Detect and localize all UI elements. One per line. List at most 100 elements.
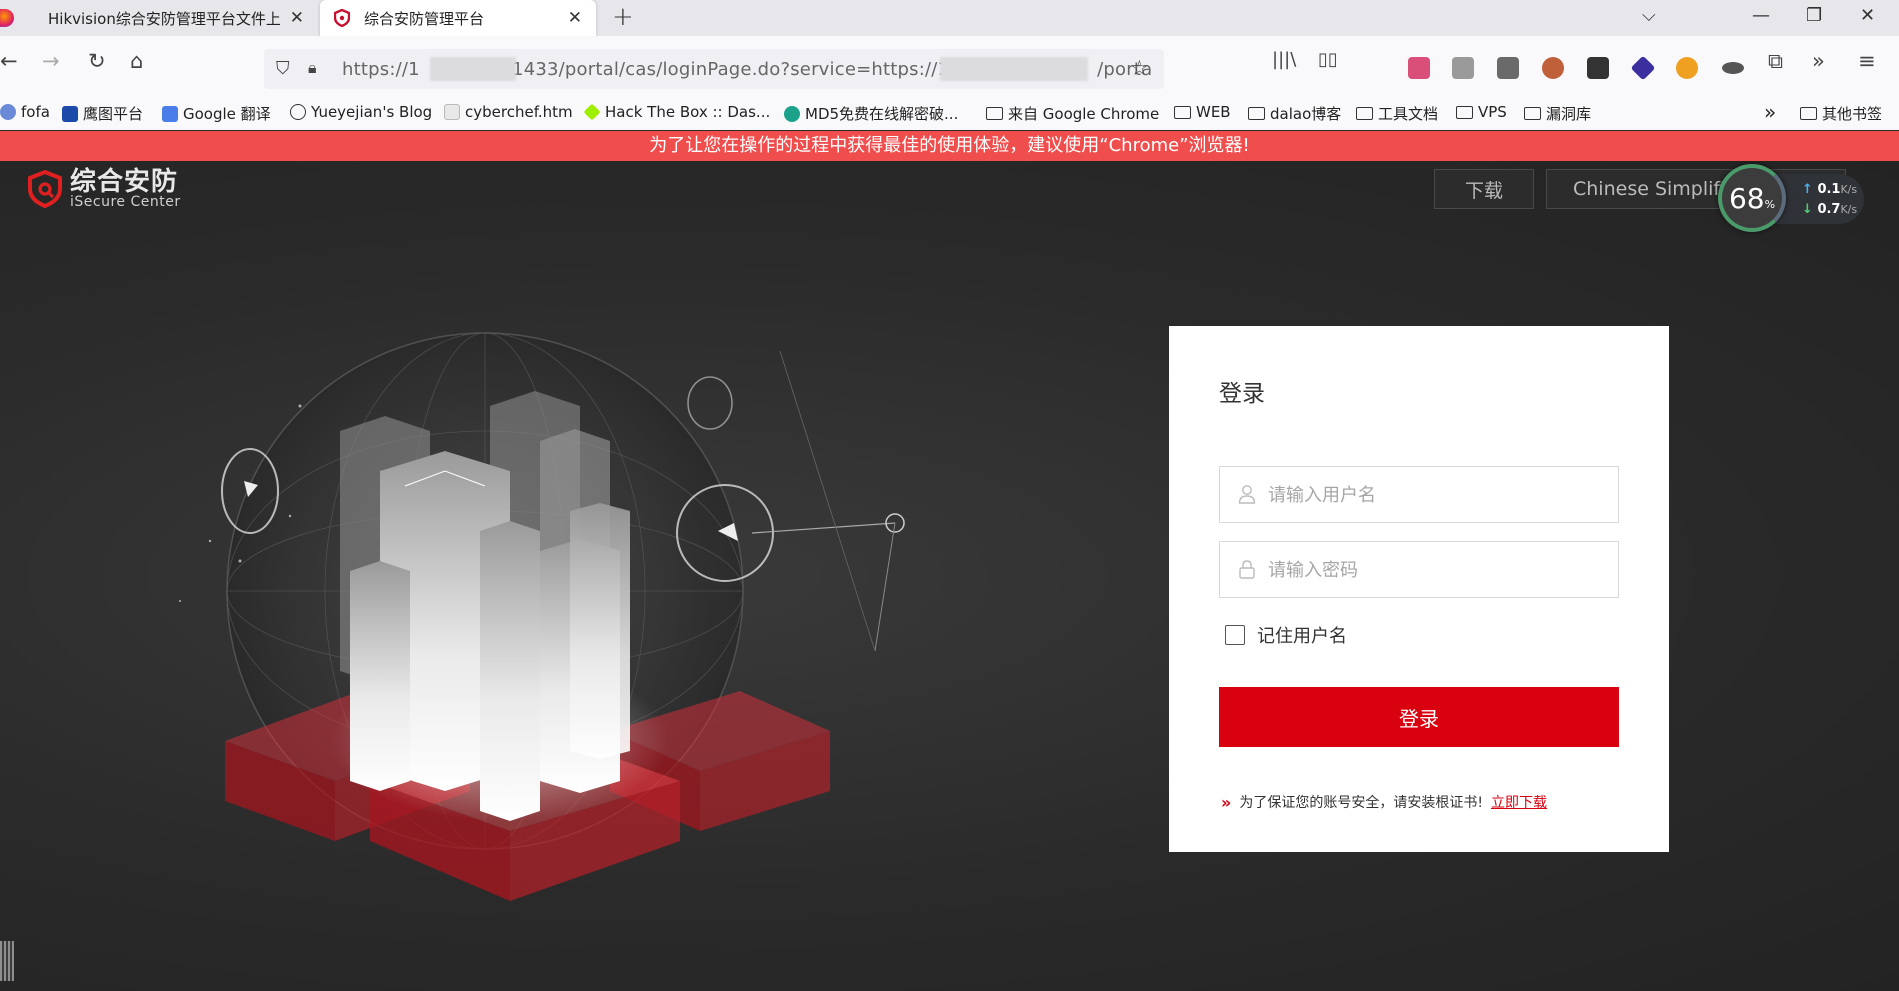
bookmarks-overflow-icon[interactable]: »: [1764, 100, 1776, 124]
network-speed-widget: ↑ 0.1K/s ↓ 0.7K/s 68%: [1718, 164, 1866, 232]
tab-list-chevron-icon[interactable]: ⌵: [1642, 5, 1656, 26]
back-icon[interactable]: ←: [0, 49, 18, 73]
double-chevron-icon: »: [1221, 792, 1232, 812]
extension-icon[interactable]: [1408, 57, 1430, 79]
remember-username[interactable]: 记住用户名: [1225, 622, 1347, 648]
remember-label: 记住用户名: [1257, 626, 1347, 647]
bookmark-folder-vulndb[interactable]: 漏洞库: [1524, 103, 1591, 124]
htb-cube-icon: [583, 103, 601, 121]
sidebar-icon[interactable]: ▯▯: [1318, 49, 1338, 70]
overflow-chevron-icon[interactable]: »: [1812, 49, 1825, 73]
bookmark-hunter[interactable]: 鹰图平台: [62, 103, 143, 124]
bookmark-hackthebox[interactable]: Hack The Box :: Das...: [583, 103, 771, 121]
folder-icon: [1800, 107, 1817, 120]
library-icon[interactable]: |||\: [1272, 49, 1296, 70]
cert-download-link[interactable]: 立即下载: [1491, 792, 1547, 812]
bookmark-cyberchef[interactable]: cyberchef.htm: [444, 103, 573, 121]
reload-icon[interactable]: ↻: [88, 49, 106, 73]
bookmark-label: dalao博客: [1270, 105, 1342, 123]
cert-note-text: 为了保证您的账号安全，请安装根证书!: [1239, 795, 1483, 811]
extension-icon[interactable]: [1497, 57, 1519, 79]
bookmark-label: fofa: [21, 103, 50, 121]
remember-checkbox[interactable]: [1225, 625, 1245, 645]
username-field[interactable]: [1219, 466, 1619, 523]
browser-recommend-banner: 为了让您在操作的过程中获得最佳的使用体验，建议使用“Chrome”浏览器!: [0, 131, 1899, 161]
folder-icon: [1524, 107, 1541, 120]
tab-isecure-center[interactable]: 综合安防管理平台 ✕: [320, 0, 596, 36]
upload-arrow-icon: ↑: [1802, 182, 1813, 197]
folder-icon: [1456, 105, 1473, 119]
bookmark-label: WEB: [1196, 103, 1231, 121]
login-title: 登录: [1219, 381, 1265, 407]
lock-icon[interactable]: 🔒︎: [308, 58, 317, 78]
password-field[interactable]: [1219, 541, 1619, 598]
bookmarks-toolbar: fofa 鹰图平台 Google 翻译 Yueyejian's Blog cyb…: [0, 100, 1899, 130]
bookmark-label: VPS: [1478, 103, 1507, 121]
bookmark-label: Hack The Box :: Das...: [605, 103, 771, 121]
new-tab-icon[interactable]: +: [612, 2, 634, 32]
bookmark-fofa[interactable]: fofa: [0, 103, 50, 121]
forward-icon[interactable]: →: [42, 49, 60, 73]
bookmark-md5[interactable]: MD5免费在线解密破...: [784, 103, 958, 124]
gauge-percent-unit: %: [1764, 197, 1776, 211]
user-icon: [1238, 485, 1256, 504]
upload-speed: 0.1: [1817, 182, 1841, 197]
bookmark-label: 工具文档: [1378, 105, 1439, 123]
bookmark-folder-vps[interactable]: VPS: [1456, 103, 1507, 121]
speed-readout: ↑ 0.1K/s ↓ 0.7K/s: [1774, 174, 1864, 224]
extension-icon[interactable]: [1676, 57, 1698, 79]
folder-icon: [1356, 107, 1373, 120]
speed-unit: K/s: [1840, 203, 1858, 216]
login-page: 综合安防 iSecure Center 下载 Chinese Simplifie…: [0, 161, 1899, 991]
restore-icon[interactable]: ❐: [1806, 5, 1822, 26]
security-city-illustration: [179, 332, 905, 901]
bookmark-google-translate[interactable]: Google 翻译: [162, 103, 271, 124]
logo-subtitle: iSecure Center: [70, 194, 181, 210]
close-icon[interactable]: ✕: [568, 8, 582, 28]
bookmark-folder-dalao[interactable]: dalao博客: [1248, 103, 1341, 124]
bookmark-yueyejian[interactable]: Yueyejian's Blog: [290, 103, 432, 121]
tab-bar: Hikvision综合安防管理平台文件上传 ✕ 综合安防管理平台 ✕ + ⌵ —…: [0, 0, 1899, 36]
firefox-icon: [0, 9, 14, 27]
address-bar[interactable]: ⛉ 🔒︎ https://1:1433/portal/cas/loginPage…: [264, 49, 1164, 89]
star-bookmark-icon[interactable]: ☆: [1130, 56, 1149, 80]
bookmark-folder-tools[interactable]: 工具文档: [1356, 103, 1438, 124]
menu-icon[interactable]: ≡: [1858, 49, 1876, 73]
minimize-icon[interactable]: —: [1752, 5, 1770, 26]
cert-note: » 为了保证您的账号安全，请安装根证书! 立即下载: [1221, 792, 1547, 812]
username-input[interactable]: [1268, 481, 1598, 509]
login-button[interactable]: 登录: [1219, 687, 1619, 747]
bookmark-label: cyberchef.htm: [465, 103, 573, 121]
home-icon[interactable]: ⌂: [130, 49, 143, 73]
extensions-puzzle-icon[interactable]: ⧉: [1768, 49, 1783, 74]
password-input[interactable]: [1268, 556, 1598, 584]
extension-icon[interactable]: [1587, 57, 1609, 79]
close-icon[interactable]: ✕: [290, 8, 304, 28]
redacted-host: [430, 57, 516, 81]
gauge-percent: 68: [1728, 181, 1765, 215]
tab-label: Hikvision综合安防管理平台文件上传: [48, 9, 280, 28]
folder-icon: [986, 107, 1003, 120]
extension-icon[interactable]: [1722, 62, 1744, 74]
bookmark-label: Google 翻译: [183, 105, 271, 123]
extension-icon[interactable]: [1452, 57, 1474, 79]
hunter-icon: [62, 105, 78, 122]
download-arrow-icon: ↓: [1802, 202, 1813, 217]
bookmark-label: 漏洞库: [1546, 105, 1592, 123]
bookmark-folder-chrome[interactable]: 来自 Google Chrome: [986, 103, 1159, 124]
logo-title: 综合安防: [70, 167, 179, 197]
shield-icon[interactable]: ⛉: [276, 58, 290, 79]
download-button[interactable]: 下载: [1434, 169, 1534, 209]
bookmark-label: MD5免费在线解密破...: [805, 105, 959, 123]
logo: 综合安防 iSecure Center: [28, 169, 181, 209]
tab-label: 综合安防管理平台: [364, 9, 485, 28]
bookmark-folder-web[interactable]: WEB: [1174, 103, 1231, 121]
folder-icon: [1174, 105, 1191, 119]
other-bookmarks[interactable]: 其他书签: [1800, 103, 1882, 124]
qr-code-strip[interactable]: [0, 941, 14, 981]
bookmark-label: 鹰图平台: [83, 105, 144, 123]
window-close-icon[interactable]: ✕: [1860, 5, 1875, 26]
tab-hikvision-upload[interactable]: Hikvision综合安防管理平台文件上传 ✕: [0, 0, 318, 36]
extension-icon[interactable]: [1630, 55, 1656, 81]
extension-icon[interactable]: [1542, 57, 1564, 79]
